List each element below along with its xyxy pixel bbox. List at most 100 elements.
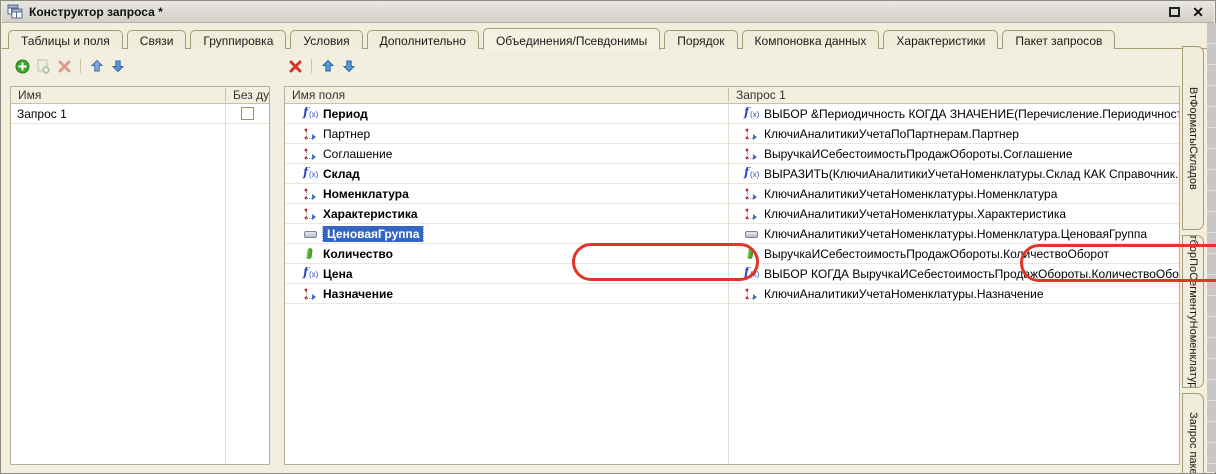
arrow-down-icon xyxy=(342,59,356,73)
field-name: Период xyxy=(323,107,368,121)
field-row-purpose[interactable]: Назначение КлючиАналитикиУчетаНоменклату… xyxy=(285,284,1179,304)
field-icon xyxy=(742,127,759,141)
field-row-price[interactable]: Цена ВЫБОР КОГДА ВыручкаИСебестоимостьПр… xyxy=(285,264,1179,284)
tab-strip: Таблицы и поля Связи Группировка Условия… xyxy=(8,30,1115,49)
fields-grid: Имя поля Запрос 1 Период ВЫБОР &Периодич… xyxy=(284,86,1180,465)
tab-additional[interactable]: Дополнительно xyxy=(367,30,479,49)
field-name: Цена xyxy=(323,267,353,281)
field-row-characteristic[interactable]: Характеристика КлючиАналитикиУчетаНоменк… xyxy=(285,204,1179,224)
field-icon xyxy=(301,127,318,141)
arrow-down-icon xyxy=(111,59,125,73)
column-header-name: Имя xyxy=(11,88,225,102)
field-expression: КлючиАналитикиУчетаНоменклатуры.Номенкла… xyxy=(764,187,1057,201)
query-name: Запрос 1 xyxy=(11,107,225,121)
tab-conditions[interactable]: Условия xyxy=(290,30,362,49)
field-icon xyxy=(301,287,318,301)
field-expression: КлючиАналитикиУчетаПоПартнерам.Партнер xyxy=(764,127,1019,141)
add-icon xyxy=(15,59,30,74)
field-icon xyxy=(742,287,759,301)
delete-field-button[interactable] xyxy=(287,58,303,74)
query-row[interactable]: Запрос 1 xyxy=(11,104,269,124)
field-expression: ВЫРАЗИТЬ(КлючиАналитикиУчетаНоменклатуры… xyxy=(764,167,1179,181)
field-expression: КлючиАналитикиУчетаНоменклатуры.Характер… xyxy=(764,207,1066,221)
field-name: Склад xyxy=(323,167,360,181)
tab-links[interactable]: Связи xyxy=(127,30,187,49)
function-icon xyxy=(301,167,318,181)
queries-grid: Имя Без ду... Запрос 1 xyxy=(10,86,270,465)
unions-aliases-panel: Имя Без ду... Запрос 1 Имя поля Запрос 1… xyxy=(2,48,1214,472)
delete-query-button[interactable] xyxy=(56,58,72,74)
queries-grid-header: Имя Без ду... xyxy=(11,87,269,104)
field-row-agreement[interactable]: Соглашение ВыручкаИСебестоимостьПродажОб… xyxy=(285,144,1179,164)
no-duplicates-checkbox[interactable] xyxy=(241,107,254,120)
arrow-up-icon xyxy=(90,59,104,73)
add-query-button[interactable] xyxy=(14,58,30,74)
equals-icon xyxy=(742,227,759,241)
field-icon xyxy=(301,207,318,221)
field-row-quantity[interactable]: Количество ВыручкаИСебестоимостьПродажОб… xyxy=(285,244,1179,264)
field-row-period[interactable]: Период ВЫБОР &Периодичность КОГДА ЗНАЧЕН… xyxy=(285,104,1179,124)
field-row-nomenclature[interactable]: Номенклатура КлючиАналитикиУчетаНоменкла… xyxy=(285,184,1179,204)
copy-query-button[interactable] xyxy=(35,58,51,74)
function-icon xyxy=(742,267,759,281)
column-header-query1: Запрос 1 xyxy=(728,88,1179,102)
tab-grouping[interactable]: Группировка xyxy=(190,30,286,49)
tab-order[interactable]: Порядок xyxy=(664,30,737,49)
move-field-up-button[interactable] xyxy=(320,58,336,74)
field-row-warehouse[interactable]: Склад ВЫРАЗИТЬ(КлючиАналитикиУчетаНоменк… xyxy=(285,164,1179,184)
field-icon xyxy=(742,187,759,201)
field-expression: ВыручкаИСебестоимостьПродажОбороты.Колич… xyxy=(764,247,1109,261)
copy-icon xyxy=(36,59,50,74)
tab-characteristics[interactable]: Характеристики xyxy=(883,30,998,49)
field-row-price-group[interactable]: ЦеноваяГруппа КлючиАналитикиУчетаНоменкл… xyxy=(285,224,1179,244)
field-name: Номенклатура xyxy=(323,187,409,201)
tab-query-batch[interactable]: Пакет запросов xyxy=(1002,30,1115,49)
column-divider xyxy=(225,104,226,464)
side-tab-vtformatyskladov[interactable]: ВтФорматыСкладов xyxy=(1182,46,1204,230)
function-icon xyxy=(742,107,759,121)
maximize-button[interactable] xyxy=(1169,7,1180,17)
arrow-up-icon xyxy=(321,59,335,73)
column-header-field-name: Имя поля xyxy=(285,88,728,102)
field-row-partner[interactable]: Партнер КлючиАналитикиУчетаПоПартнерам.П… xyxy=(285,124,1179,144)
move-query-up-button[interactable] xyxy=(89,58,105,74)
aggregate-icon xyxy=(742,247,759,261)
title-bar: Конструктор запроса * ✕ xyxy=(2,1,1214,23)
field-name: Соглашение xyxy=(323,147,392,161)
field-name: Количество xyxy=(323,247,393,261)
tab-data-composition[interactable]: Компоновка данных xyxy=(742,30,880,49)
delete-icon xyxy=(289,60,302,73)
tab-tables-fields[interactable]: Таблицы и поля xyxy=(8,30,123,49)
function-icon xyxy=(301,267,318,281)
queries-toolbar xyxy=(14,57,126,75)
function-icon xyxy=(301,107,318,121)
column-divider xyxy=(728,104,729,464)
field-icon xyxy=(742,207,759,221)
fields-grid-header: Имя поля Запрос 1 xyxy=(285,87,1179,104)
batch-query-tabs: ВтФорматыСкладов ОтборПоСегментуНоменкла… xyxy=(1182,31,1207,473)
toolbar-separator xyxy=(311,59,312,73)
field-name-selected: ЦеноваяГруппа xyxy=(323,226,423,242)
field-name: Характеристика xyxy=(323,207,418,221)
fields-toolbar xyxy=(287,57,357,75)
delete-icon xyxy=(58,60,71,73)
move-query-down-button[interactable] xyxy=(110,58,126,74)
close-button[interactable]: ✕ xyxy=(1192,5,1204,19)
field-expression: ВЫБОР &Периодичность КОГДА ЗНАЧЕНИЕ(Пере… xyxy=(764,107,1179,121)
side-tab-zapros-paketa-3[interactable]: Запрос пакета 3 xyxy=(1182,393,1204,473)
field-icon xyxy=(301,147,318,161)
field-icon xyxy=(301,187,318,201)
window-title: Конструктор запроса * xyxy=(29,5,163,19)
field-name: Назначение xyxy=(323,287,393,301)
field-expression: КлючиАналитикиУчетаНоменклатуры.Номенкла… xyxy=(764,227,1147,241)
side-tab-otborposegmentu[interactable]: ОтборПоСегментуНоменклатуры xyxy=(1182,235,1204,388)
move-field-down-button[interactable] xyxy=(341,58,357,74)
query-builder-window: Конструктор запроса * ✕ Таблицы и поля С… xyxy=(0,0,1216,474)
column-header-no-duplicates: Без ду... xyxy=(225,88,269,102)
tab-unions-aliases[interactable]: Объединения/Псевдонимы xyxy=(483,28,660,50)
function-icon xyxy=(742,167,759,181)
toolbar-separator xyxy=(80,59,81,73)
equals-icon xyxy=(301,227,318,241)
aggregate-icon xyxy=(301,247,318,261)
background-window-strip xyxy=(1207,23,1216,472)
